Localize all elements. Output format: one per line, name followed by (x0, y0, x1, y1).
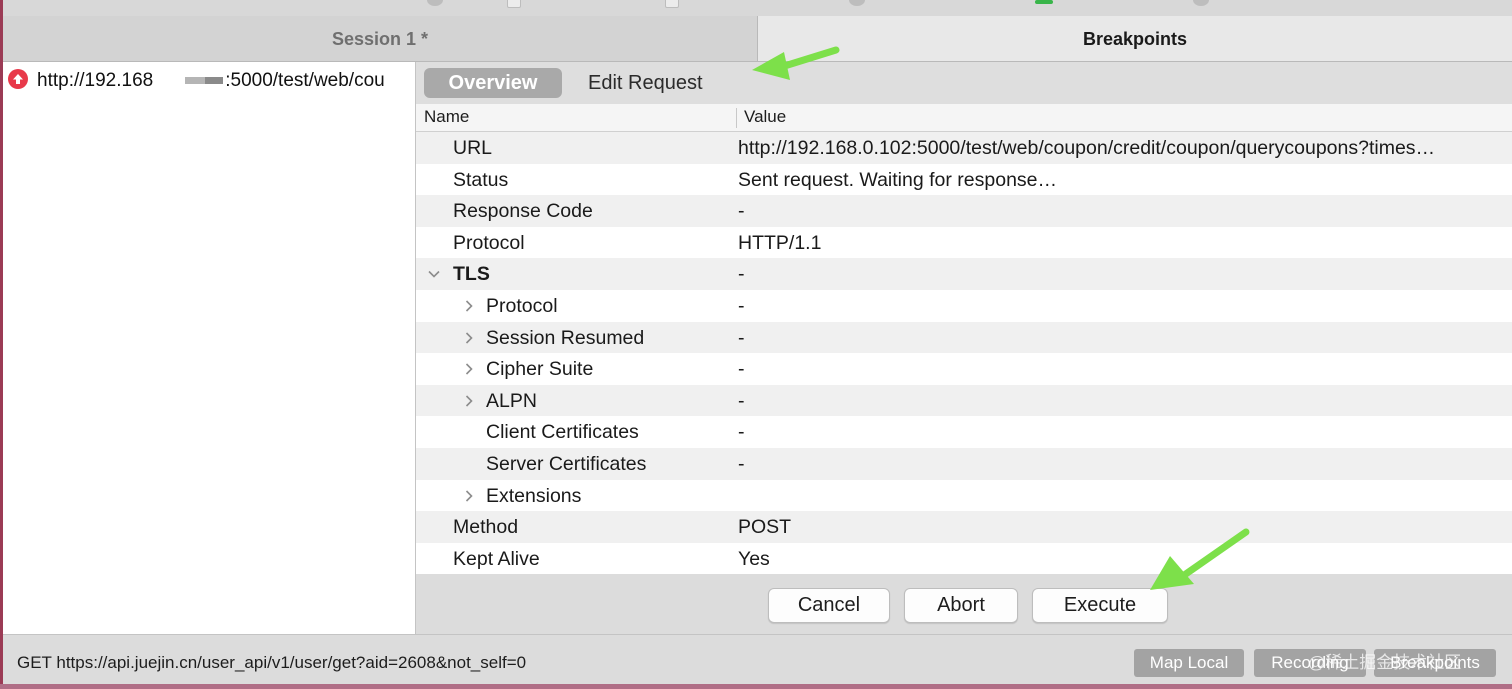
toolbar-icon[interactable] (427, 0, 443, 6)
row-value: - (738, 389, 745, 412)
chevron-right-icon[interactable] (462, 331, 476, 345)
row-name: Session Resumed (486, 326, 645, 349)
table-header: Name Value (416, 104, 1512, 132)
row-value: HTTP/1.1 (738, 231, 822, 254)
row-value: POST (738, 516, 792, 539)
row-value: - (738, 263, 745, 286)
redaction-mark (153, 68, 225, 90)
table-row[interactable]: Response Code - (416, 195, 1512, 227)
request-list-item[interactable]: http://192.168 :5000/test/web/cou (3, 66, 415, 96)
table-row[interactable]: Client Certificates - (416, 416, 1512, 448)
row-value: Sent request. Waiting for response… (738, 168, 1058, 191)
chevron-right-icon[interactable] (462, 489, 476, 503)
toolbar-strip (3, 0, 1512, 17)
row-value: - (738, 453, 745, 475)
window-bottom-edge (0, 684, 1512, 689)
column-header-value[interactable]: Value (744, 107, 786, 127)
table-row[interactable]: Protocol - (416, 290, 1512, 322)
watermark: @稀土掘金技术社区 (1308, 653, 1462, 672)
row-name: Cipher Suite (486, 358, 594, 381)
row-name: Client Certificates (486, 421, 639, 444)
row-value: - (738, 358, 745, 381)
table-row[interactable]: Method POST (416, 511, 1512, 543)
row-name: Extensions (486, 484, 582, 507)
upload-arrow-icon (8, 69, 28, 89)
table-row[interactable]: Kept Alive Yes (416, 542, 1512, 574)
row-name: Protocol (453, 231, 525, 254)
tab-session[interactable]: Session 1 * (3, 16, 758, 62)
chevron-right-icon[interactable] (462, 362, 476, 376)
table-row[interactable]: Extensions (416, 479, 1512, 512)
table-row[interactable]: ALPN - (416, 384, 1512, 417)
annotation-arrow (1150, 528, 1250, 590)
tab-breakpoints[interactable]: Breakpoints (758, 16, 1512, 62)
toolbar-icon[interactable] (1193, 0, 1209, 6)
row-name: URL (453, 137, 493, 159)
abort-button[interactable]: Abort (904, 588, 1018, 623)
row-name: Method (453, 516, 519, 539)
detail-tabbar: Overview Edit Request (416, 62, 1512, 104)
table-row[interactable]: Server Certificates - (416, 448, 1512, 480)
column-divider[interactable] (736, 108, 737, 128)
request-list: http://192.168 :5000/test/web/cou (3, 62, 416, 634)
tab-overview[interactable]: Overview (424, 68, 562, 98)
cancel-button[interactable]: Cancel (768, 588, 890, 623)
row-value: http://192.168.0.102:5000/test/web/coupo… (738, 137, 1436, 159)
table-row[interactable]: Cipher Suite - (416, 353, 1512, 385)
row-value: - (738, 421, 745, 444)
tab-session-label: Session 1 * (331, 29, 429, 49)
row-name: Protocol (486, 295, 558, 317)
map-local-button[interactable]: Map Local (1134, 649, 1244, 677)
row-name: ALPN (486, 389, 537, 412)
row-value: - (738, 295, 745, 317)
table-row[interactable]: Status Sent request. Waiting for respons… (416, 163, 1512, 196)
chevron-right-icon[interactable] (462, 299, 476, 313)
detail-pane: Overview Edit Request Name Value URL htt… (416, 62, 1512, 634)
table-row[interactable]: URL http://192.168.0.102:5000/test/web/c… (416, 132, 1512, 164)
toolbar-icon[interactable] (665, 0, 679, 8)
chevron-right-icon[interactable] (462, 394, 476, 408)
table-row[interactable]: Protocol HTTP/1.1 (416, 226, 1512, 259)
table-row[interactable]: Session Resumed - (416, 321, 1512, 354)
annotation-arrow (752, 46, 840, 80)
column-header-name[interactable]: Name (424, 107, 469, 127)
row-name: Server Certificates (486, 453, 647, 475)
status-text: GET https://api.juejin.cn/user_api/v1/us… (17, 653, 527, 672)
row-value: - (738, 326, 745, 349)
request-url-prefix: http://192.168 (37, 70, 154, 91)
row-name: Response Code (453, 200, 593, 223)
toolbar-icon[interactable] (1035, 0, 1053, 4)
row-name: Status (453, 168, 509, 191)
row-value: - (738, 200, 745, 223)
chevron-down-icon[interactable] (427, 267, 441, 281)
tab-edit-request[interactable]: Edit Request (588, 68, 703, 98)
overview-table: Name Value URL http://192.168.0.102:5000… (416, 104, 1512, 574)
row-name: TLS (453, 263, 490, 286)
row-name: Kept Alive (453, 547, 540, 570)
table-row[interactable]: TLS - (416, 258, 1512, 290)
request-url-suffix: :5000/test/web/cou (225, 70, 385, 91)
toolbar-icon[interactable] (507, 0, 521, 8)
toolbar-icon[interactable] (849, 0, 865, 6)
tab-breakpoints-label: Breakpoints (1082, 29, 1188, 49)
status-bar: GET https://api.juejin.cn/user_api/v1/us… (3, 634, 1512, 685)
row-value: Yes (738, 547, 770, 570)
